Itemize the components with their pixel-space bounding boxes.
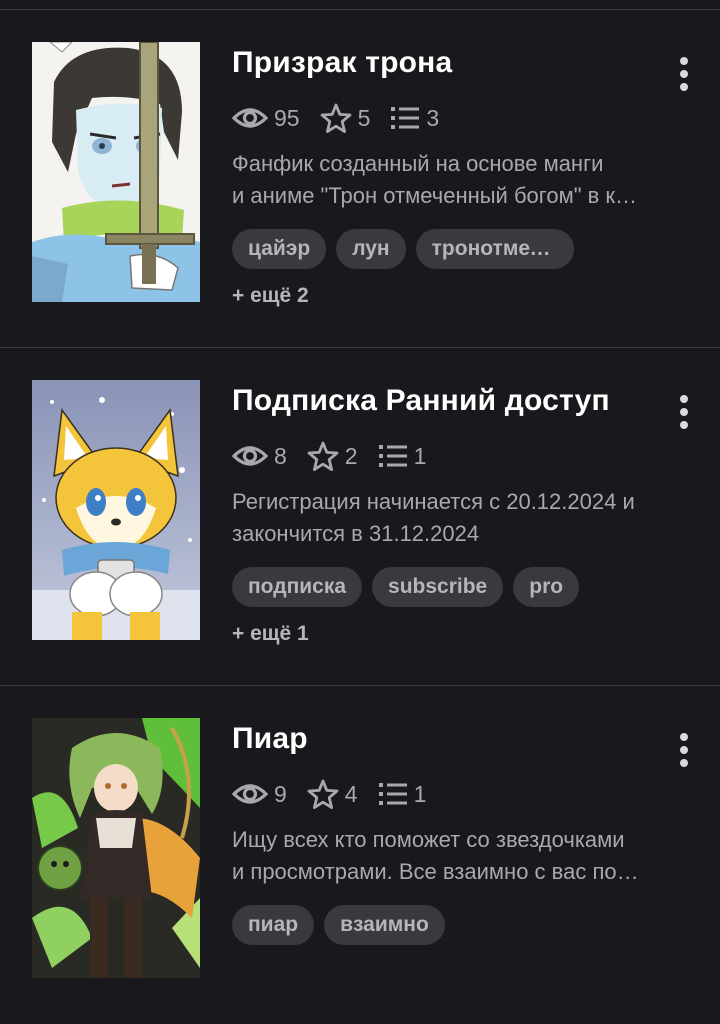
work-title[interactable]: Пиар bbox=[232, 722, 308, 756]
tag-chip[interactable]: пиар bbox=[232, 905, 315, 945]
chapters-stat: 3 bbox=[390, 105, 439, 132]
eye-icon bbox=[232, 108, 268, 128]
work-title[interactable]: Призрак трона bbox=[232, 46, 452, 80]
likes-stat: 2 bbox=[307, 441, 358, 471]
chapters-count: 1 bbox=[413, 442, 427, 469]
chapters-stat: 1 bbox=[378, 442, 427, 470]
tag-chip[interactable]: pro bbox=[513, 567, 580, 607]
likes-stat: 5 bbox=[320, 103, 371, 133]
description-line: и аниме "Трон отмеченный богом" в к… bbox=[232, 183, 638, 208]
green-haired-archer-cover[interactable] bbox=[32, 718, 200, 978]
more-options-button[interactable] bbox=[666, 730, 702, 770]
chapters-stat: 1 bbox=[378, 780, 427, 808]
anime-boy-with-sword-cover[interactable] bbox=[32, 42, 200, 302]
star-icon bbox=[320, 103, 351, 133]
more-tags-link[interactable]: + ещё 2 bbox=[232, 284, 309, 308]
chapters-count: 1 bbox=[413, 780, 427, 807]
more-options-button[interactable] bbox=[666, 54, 702, 94]
work-title[interactable]: Подписка Ранний доступ bbox=[232, 384, 610, 418]
views-count: 8 bbox=[274, 442, 287, 469]
views-stat: 9 bbox=[232, 780, 287, 808]
eye-icon bbox=[232, 446, 268, 466]
list-icon bbox=[391, 107, 420, 129]
work-stats: 9 4 1 bbox=[232, 778, 446, 810]
work-card[interactable]: Призрак трона 95 5 3 Фанфик созданный на… bbox=[0, 10, 720, 348]
likes-count: 4 bbox=[344, 780, 358, 807]
work-card[interactable]: Пиар 9 4 1 Ищу всех кто поможет со звезд… bbox=[0, 686, 720, 1024]
views-count: 9 bbox=[274, 780, 287, 807]
work-stats: 95 5 3 bbox=[232, 102, 459, 134]
more-options-button[interactable] bbox=[666, 392, 702, 432]
star-icon bbox=[307, 779, 339, 809]
description-line: Фанфик созданный на основе манги bbox=[232, 151, 604, 176]
more-vertical-icon bbox=[680, 57, 688, 65]
work-description: Регистрация начинается с 20.12.2024 и за… bbox=[232, 486, 692, 550]
tag-chip[interactable]: взаимно bbox=[324, 905, 445, 945]
tag-list: подписка subscribe pro bbox=[232, 567, 589, 607]
likes-count: 2 bbox=[344, 442, 358, 469]
tag-chip[interactable]: подписка bbox=[232, 567, 363, 607]
tag-chip[interactable]: тронотмеч… bbox=[415, 229, 574, 269]
views-stat: 8 bbox=[232, 442, 287, 470]
tag-list: пиар взаимно bbox=[232, 905, 455, 945]
tag-list: цайэр лун тронотмеч… bbox=[232, 229, 584, 269]
description-line: и просмотрами. Все взаимно с вас по… bbox=[232, 859, 639, 884]
tag-chip[interactable]: лун bbox=[336, 229, 406, 269]
eye-icon bbox=[232, 784, 268, 804]
chapters-count: 3 bbox=[426, 104, 440, 131]
more-tags-link[interactable]: + ещё 1 bbox=[232, 622, 309, 646]
description-line: Ищу всех кто поможет со звездочками bbox=[232, 827, 625, 852]
views-stat: 95 bbox=[232, 104, 300, 132]
list-icon bbox=[378, 783, 407, 805]
more-vertical-icon bbox=[680, 395, 688, 403]
tag-chip[interactable]: цайэр bbox=[232, 229, 327, 269]
more-vertical-icon bbox=[680, 733, 688, 741]
list-icon bbox=[378, 445, 407, 467]
likes-count: 5 bbox=[357, 104, 371, 131]
views-count: 95 bbox=[274, 104, 300, 131]
work-stats: 8 2 1 bbox=[232, 440, 446, 472]
description-line: Регистрация начинается с 20.12.2024 и bbox=[232, 489, 635, 514]
star-icon bbox=[307, 441, 339, 471]
yellow-fox-cover[interactable] bbox=[32, 380, 200, 640]
description-line: закончится в 31.12.2024 bbox=[232, 521, 480, 546]
likes-stat: 4 bbox=[307, 779, 358, 809]
work-description: Фанфик созданный на основе манги и аниме… bbox=[232, 148, 692, 212]
work-description: Ищу всех кто поможет со звездочками и пр… bbox=[232, 824, 692, 888]
tag-chip[interactable]: subscribe bbox=[372, 567, 504, 607]
work-card[interactable]: Подписка Ранний доступ 8 2 1 Регистрация… bbox=[0, 348, 720, 686]
